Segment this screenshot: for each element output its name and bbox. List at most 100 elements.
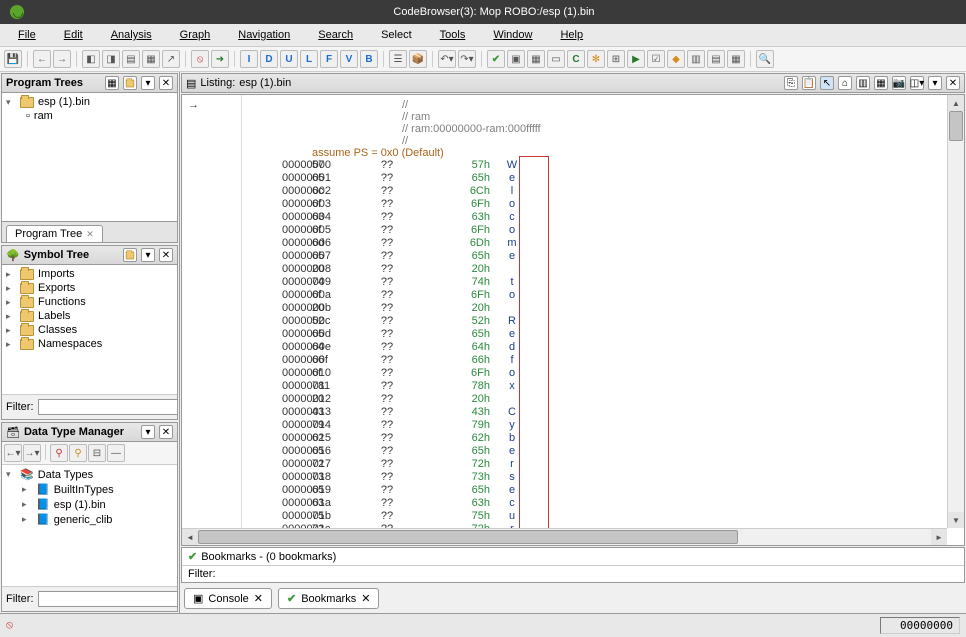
lst-view1-icon[interactable]: ▥	[856, 76, 870, 90]
sym-item[interactable]: ▸Labels	[4, 309, 175, 323]
listing-row[interactable]: 0000000057??57hW	[242, 159, 964, 172]
scrollbar-v[interactable]: ▲ ▼	[947, 95, 964, 528]
col1-icon[interactable]: ▥	[687, 50, 705, 68]
close-icon[interactable]: ✕	[361, 592, 370, 605]
save-icon[interactable]: 💾	[4, 50, 22, 68]
listing-row[interactable]: 0000001873??73hs	[242, 471, 964, 484]
L-icon[interactable]: L	[300, 50, 318, 68]
dt-filter2-icon[interactable]: ⚲	[69, 444, 87, 462]
lst-snap-icon[interactable]: 📷	[892, 76, 906, 90]
dt-item[interactable]: ▸📘BuiltInTypes	[4, 482, 175, 497]
listing-row[interactable]: 0000000f66??66hf	[242, 354, 964, 367]
I-icon[interactable]: I	[240, 50, 258, 68]
scroll-left-icon[interactable]: ◄	[182, 529, 198, 545]
sym-item[interactable]: ▸Classes	[4, 323, 175, 337]
diamond-icon[interactable]: ◆	[667, 50, 685, 68]
listing-row[interactable]: 0000001b75??75hu	[242, 510, 964, 523]
close-icon[interactable]: ✕	[159, 76, 173, 90]
listing-row[interactable]: 0000001562??62hb	[242, 432, 964, 445]
sym-item[interactable]: ▸Functions	[4, 295, 175, 309]
tab-console[interactable]: ▣ Console ✕	[184, 588, 272, 609]
menu-analysis[interactable]: Analysis	[99, 27, 164, 43]
listing-row[interactable]: 0000001220??20h	[242, 393, 964, 406]
menu-select[interactable]: Select	[369, 27, 424, 43]
nav1-icon[interactable]: ◧	[82, 50, 100, 68]
filter-input[interactable]	[38, 399, 178, 415]
D-icon[interactable]: D	[260, 50, 278, 68]
menu-search[interactable]: Search	[306, 27, 365, 43]
lst-menu-icon[interactable]: ▾	[928, 76, 942, 90]
listing-row[interactable]: 0000001772??72hr	[242, 458, 964, 471]
lst-copy-icon[interactable]: ⎘	[784, 76, 798, 90]
listing-row[interactable]: 0000000d65??65he	[242, 328, 964, 341]
listing-row[interactable]: 0000000974??74ht	[242, 276, 964, 289]
dt-back-icon[interactable]: ←▾	[4, 444, 22, 462]
scrollbar-h[interactable]: ◄ ►	[182, 528, 947, 545]
close-icon[interactable]: ✕	[86, 229, 94, 240]
listing-row[interactable]: 0000000c52??52hR	[242, 315, 964, 328]
listing-row[interactable]: 0000000e64??64hd	[242, 341, 964, 354]
run2-icon[interactable]: ▦	[527, 50, 545, 68]
scroll-thumb[interactable]	[949, 111, 963, 141]
st-menu-icon[interactable]: ▾	[141, 248, 155, 262]
dt-filter1-icon[interactable]: ⚲	[50, 444, 68, 462]
scroll-down-icon[interactable]: ▼	[948, 512, 964, 528]
cfg-icon[interactable]: ☰	[389, 50, 407, 68]
dt-fwd-icon[interactable]: →▾	[23, 444, 41, 462]
menu-navigation[interactable]: Navigation	[226, 27, 302, 43]
fwd-icon[interactable]: →	[53, 50, 71, 68]
menu-tools[interactable]: Tools	[428, 27, 478, 43]
undo-icon[interactable]: ↶▾	[438, 50, 456, 68]
close-icon[interactable]: ✕	[946, 76, 960, 90]
node-icon[interactable]: ⊞	[607, 50, 625, 68]
U-icon[interactable]: U	[280, 50, 298, 68]
F-icon[interactable]: F	[320, 50, 338, 68]
nav5-icon[interactable]: ↗	[162, 50, 180, 68]
col2-icon[interactable]: ▤	[707, 50, 725, 68]
book-icon[interactable]: ▭	[547, 50, 565, 68]
scroll-thumb[interactable]	[198, 530, 738, 544]
st-open-icon[interactable]	[123, 248, 137, 262]
listing-row[interactable]: 0000001479??79hy	[242, 419, 964, 432]
check-icon[interactable]: ✔	[487, 50, 505, 68]
listing-row[interactable]: 0000001178??78hx	[242, 380, 964, 393]
listing-row[interactable]: 0000001965??65he	[242, 484, 964, 497]
dt-root[interactable]: ▾📚 Data Types	[4, 467, 175, 482]
menu-file[interactable]: File	[6, 27, 48, 43]
listing-row[interactable]: 000000066d??6Dhm	[242, 237, 964, 250]
tab-program-tree[interactable]: Program Tree✕	[6, 225, 103, 242]
menu-help[interactable]: Help	[548, 27, 595, 43]
listing-row[interactable]: 0000000765??65he	[242, 250, 964, 263]
pt-new-icon[interactable]: ▦	[105, 76, 119, 90]
listing-row[interactable]: 0000001a63??63hc	[242, 497, 964, 510]
tree-child-ram[interactable]: ▫ ram	[4, 109, 175, 123]
filter-input[interactable]	[38, 591, 178, 607]
pt-menu-icon[interactable]: ▾	[141, 76, 155, 90]
dt-collapse-icon[interactable]: ⊟	[88, 444, 106, 462]
gear-icon[interactable]: ✻	[587, 50, 605, 68]
sym-item[interactable]: ▸Exports	[4, 281, 175, 295]
pkg-icon[interactable]: 📦	[409, 50, 427, 68]
play-icon[interactable]: ▶	[627, 50, 645, 68]
lst-split-icon[interactable]: ◫▾	[910, 76, 924, 90]
listing-row[interactable]: 0000000165??65he	[242, 172, 964, 185]
B-icon[interactable]: B	[360, 50, 378, 68]
lst-cursor-icon[interactable]: ↖	[820, 76, 834, 90]
listing-row[interactable]: 0000001343??43hC	[242, 406, 964, 419]
menu-edit[interactable]: Edit	[52, 27, 95, 43]
scroll-right-icon[interactable]: ►	[931, 529, 947, 545]
back-icon[interactable]: ←	[33, 50, 51, 68]
nav3-icon[interactable]: ▤	[122, 50, 140, 68]
V-icon[interactable]: V	[340, 50, 358, 68]
sym-item[interactable]: ▸Namespaces	[4, 337, 175, 351]
listing-row[interactable]: 000000036f??6Fho	[242, 198, 964, 211]
dt-item[interactable]: ▸📘esp (1).bin	[4, 497, 175, 512]
nav2-icon[interactable]: ◨	[102, 50, 120, 68]
lst-paste-icon[interactable]: 📋	[802, 76, 816, 90]
tab-bookmarks[interactable]: ✔ Bookmarks ✕	[278, 588, 379, 609]
dt-expand-icon[interactable]: —	[107, 444, 125, 462]
goto-icon[interactable]: ➜	[211, 50, 229, 68]
c-icon[interactable]: C	[567, 50, 585, 68]
listing-row[interactable]: 0000001665??65he	[242, 445, 964, 458]
dtm-menu-icon[interactable]: ▾	[141, 425, 155, 439]
